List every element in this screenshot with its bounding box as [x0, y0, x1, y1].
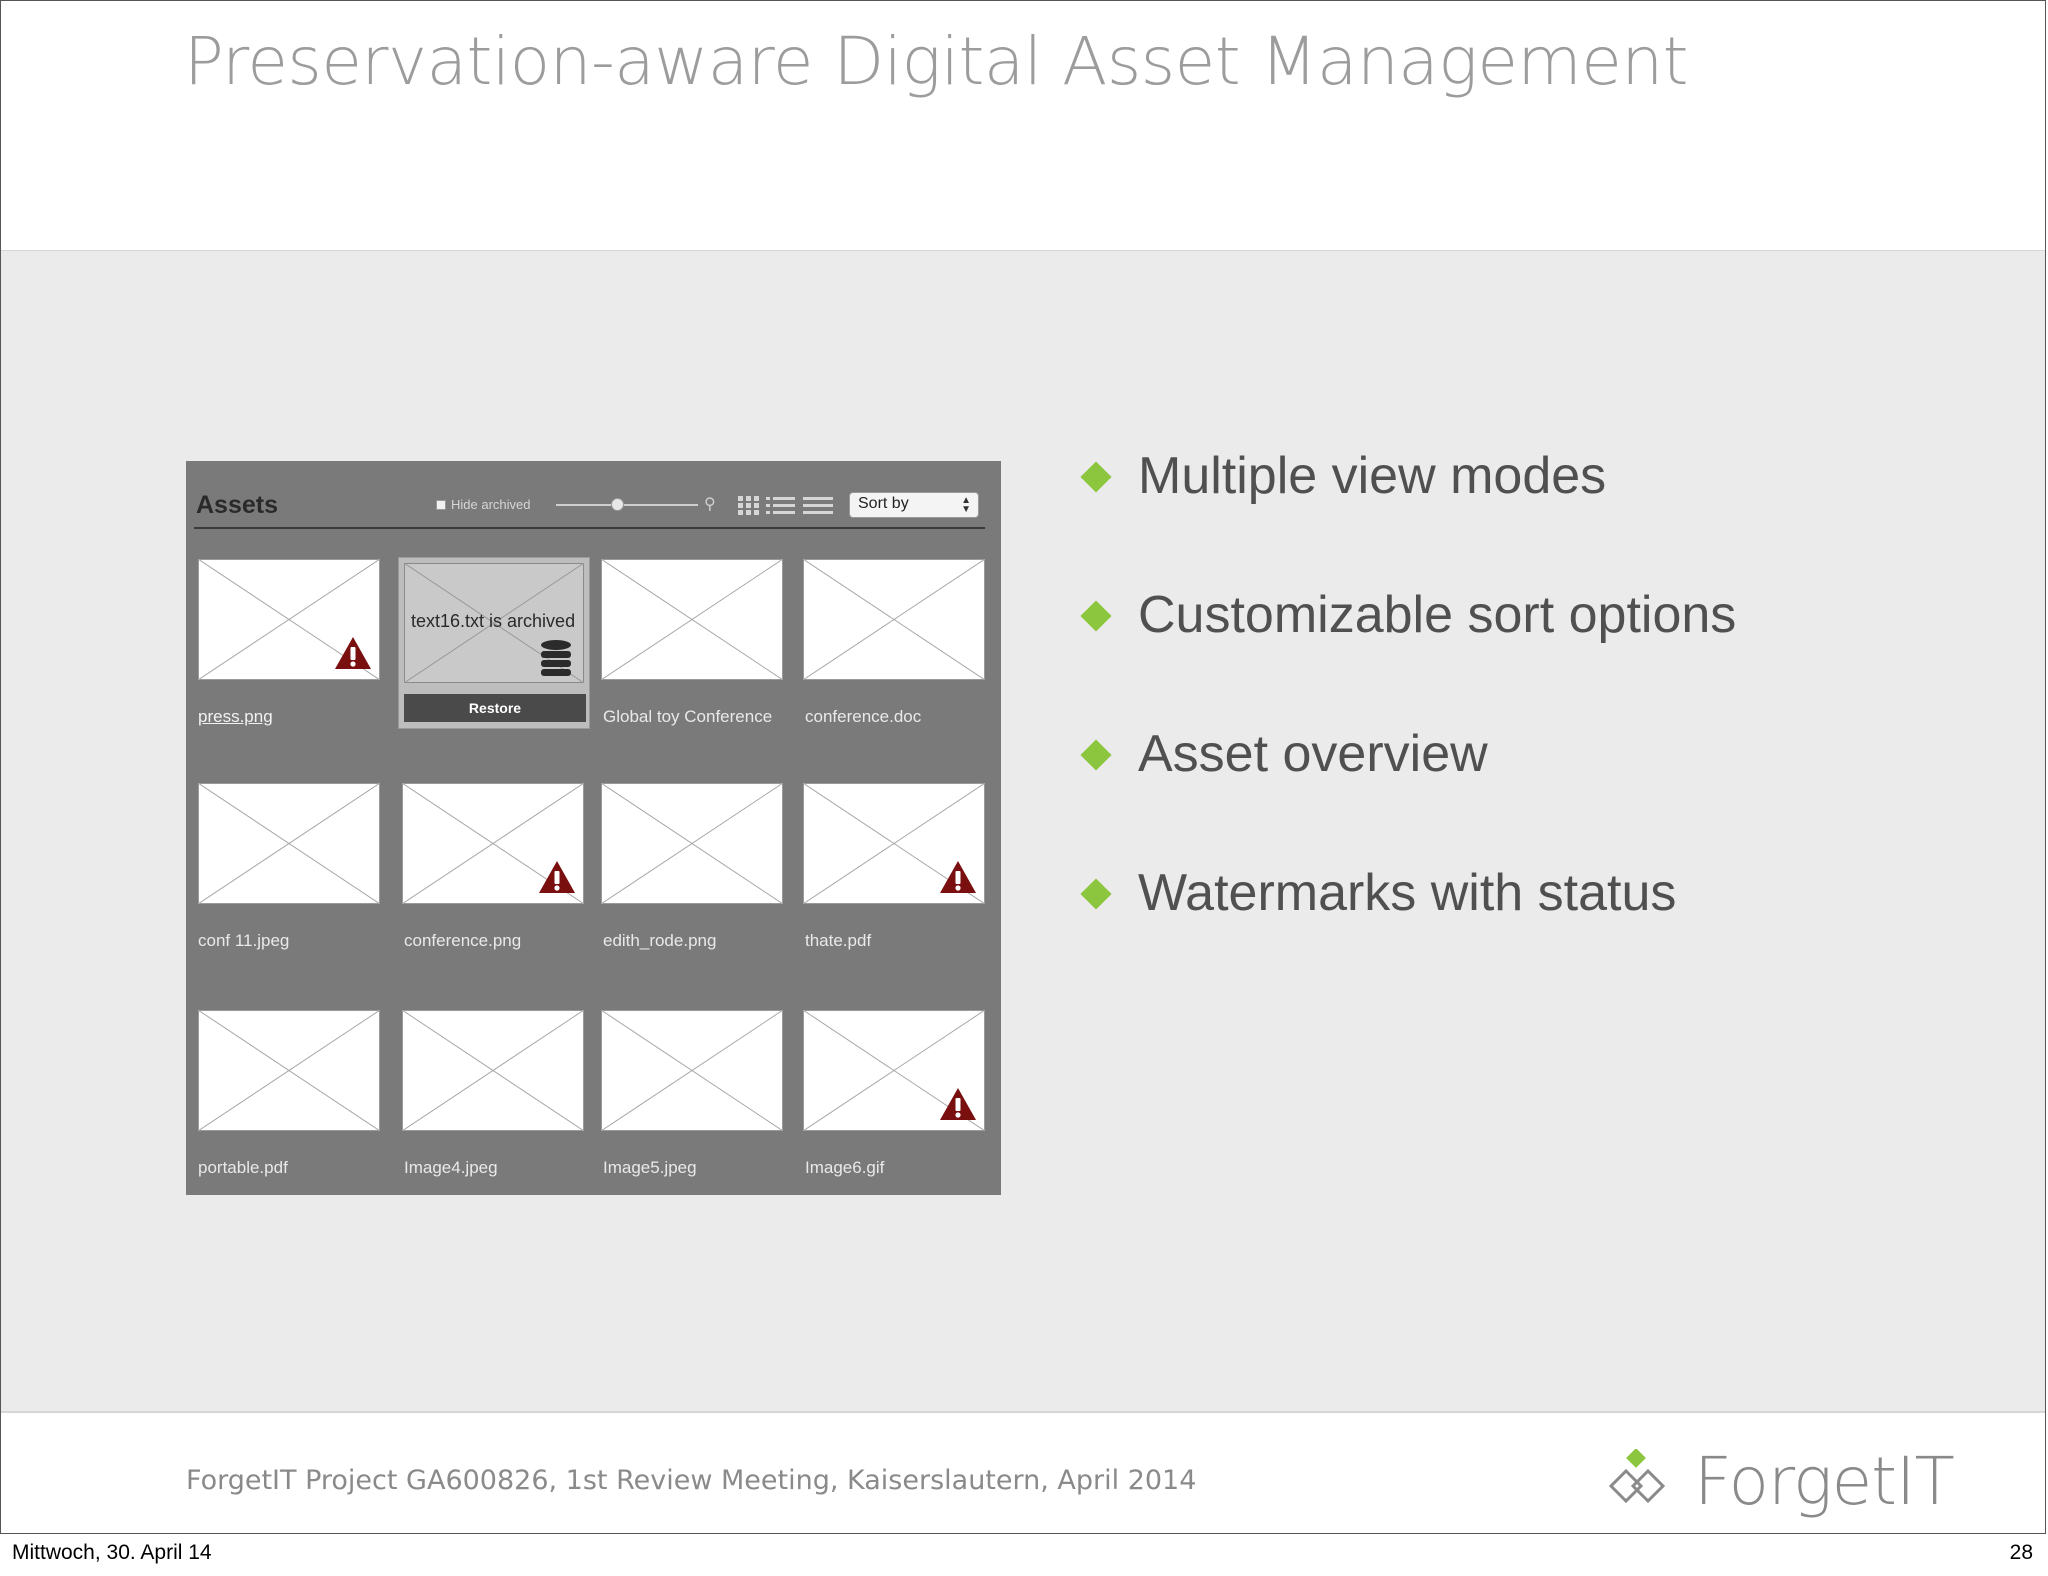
thumbnail-placeholder: [803, 559, 985, 680]
sort-by-label: Sort by: [858, 495, 909, 512]
asset-filename: conference.doc: [805, 707, 922, 726]
logo-text: ForgetIT: [1694, 1443, 1955, 1520]
asset-filename: Image6.gif: [805, 1158, 885, 1177]
page-number: 28: [2009, 1541, 2033, 1564]
asset-filename[interactable]: press.png: [198, 707, 273, 727]
asset-tile[interactable]: [803, 559, 985, 680]
select-arrows-icon: ▲ ▼: [961, 495, 971, 515]
asset-tile[interactable]: [198, 783, 380, 904]
restore-button[interactable]: Restore: [404, 694, 586, 722]
slide-footer: ForgetIT Project GA600826, 1st Review Me…: [1, 1411, 2045, 1533]
asset-filename: edith_rode.png: [603, 931, 717, 950]
archive-storage-icon: [541, 640, 571, 676]
asset-tile[interactable]: [402, 783, 584, 904]
footer-text: ForgetIT Project GA600826, 1st Review Me…: [186, 1465, 1197, 1496]
thumbnail-placeholder: [601, 559, 783, 680]
assets-heading: Assets: [196, 491, 278, 519]
hide-archived-label: Hide archived: [451, 497, 531, 512]
grid-view-icon[interactable]: [737, 494, 761, 516]
asset-filename: conference.png: [404, 931, 522, 950]
asset-filename: portable.pdf: [198, 1158, 288, 1177]
detail-view-icon[interactable]: [803, 494, 833, 516]
zoom-slider[interactable]: [556, 498, 698, 511]
hide-archived-toggle[interactable]: Hide archived: [436, 497, 531, 512]
slide-header: Preservation-aware Digital Asset Managem…: [1, 1, 2045, 252]
warning-icon: [539, 861, 575, 893]
thumbnail-placeholder: [198, 783, 380, 904]
slide-title: Preservation-aware Digital Asset Managem…: [184, 23, 1689, 100]
bullet-text: Customizable sort options: [1138, 586, 1737, 644]
warning-icon: [940, 1088, 976, 1120]
asset-tile[interactable]: [601, 1010, 783, 1131]
asset-tile[interactable]: [198, 1010, 380, 1131]
asset-filename: Image4.jpeg: [404, 1158, 498, 1177]
asset-tile[interactable]: [601, 559, 783, 680]
archived-message: text16.txt is archived: [411, 611, 576, 631]
asset-filename: Image5.jpeg: [603, 1158, 697, 1177]
list-view-icon[interactable]: [766, 494, 796, 516]
asset-filename: Global toy Conference: [603, 707, 773, 726]
asset-filename: conf 11.jpeg: [198, 931, 290, 950]
magnifier-icon: ⚲: [704, 496, 716, 513]
print-date: Mittwoch, 30. April 14: [12, 1541, 212, 1564]
asset-tile[interactable]: [402, 1010, 584, 1131]
thumbnail-placeholder: [601, 783, 783, 904]
asset-tile[interactable]: [803, 783, 985, 904]
thumbnail-placeholder: [601, 1010, 783, 1131]
bullet-text: Multiple view modes: [1138, 447, 1607, 505]
hide-archived-checkbox[interactable]: [436, 499, 446, 510]
asset-tile[interactable]: [803, 1010, 985, 1131]
sort-by-select[interactable]: Sort by ▲ ▼: [849, 492, 979, 518]
asset-filename: thate.pdf: [805, 931, 872, 950]
slide: Preservation-aware Digital Asset Managem…: [0, 0, 2046, 1534]
asset-manager-mockup: Assets Hide archived ⚲ Sort by ▲ ▼ text1…: [186, 461, 1001, 1195]
zoom-slider-handle[interactable]: [611, 498, 624, 511]
asset-tile[interactable]: [601, 783, 783, 904]
forgetit-logo-icon: [1608, 1449, 1666, 1504]
thumbnail-placeholder: [198, 1010, 380, 1131]
warning-icon: [335, 637, 371, 669]
bullet-text: Asset overview: [1138, 725, 1488, 783]
asset-tile[interactable]: [198, 559, 380, 680]
bullet-text: Watermarks with status: [1138, 864, 1677, 922]
thumbnail-placeholder: [402, 1010, 584, 1131]
warning-icon: [940, 861, 976, 893]
header-divider: [194, 527, 985, 529]
archived-asset-card[interactable]: text16.txt is archived Restore: [398, 557, 590, 729]
